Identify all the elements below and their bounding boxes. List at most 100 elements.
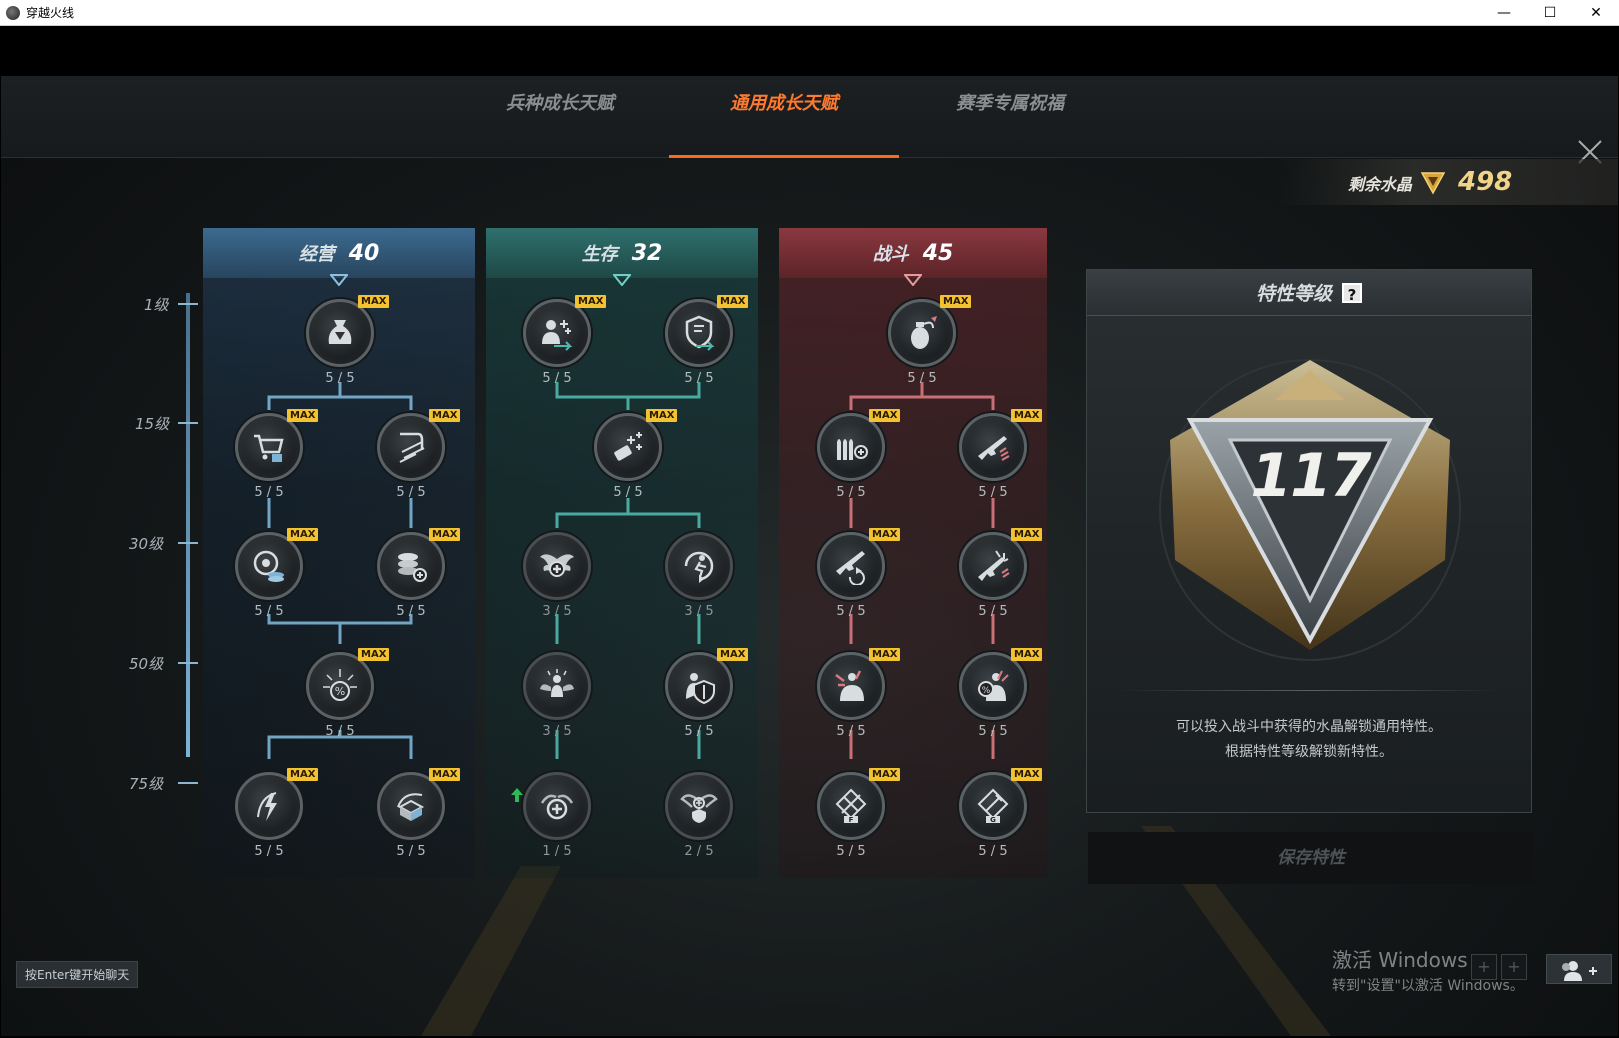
skill-ammo-plus[interactable]: MAX 5 / 5 [815, 409, 901, 503]
skill-orb [235, 772, 303, 840]
skill-coin-stack-plus[interactable]: MAX 5 / 5 [375, 528, 461, 622]
friends-button[interactable] [1546, 954, 1612, 984]
crate-icon [397, 793, 425, 821]
skill-heal-loop[interactable]: 1 / 5 [521, 772, 593, 862]
crystal-counter: 剩余水晶 498 [1278, 159, 1618, 205]
skill-orb [888, 299, 956, 367]
heal-loop-icon [540, 794, 574, 820]
max-badge: MAX [1011, 768, 1043, 781]
cart-icon [254, 434, 284, 462]
svg-text:F: F [849, 816, 854, 824]
skill-level: 3 / 5 [542, 604, 572, 619]
skill-level: 5 / 5 [836, 844, 866, 859]
skill-flashlight-plus[interactable]: MAX 5 / 5 [592, 409, 678, 503]
panel-title: 特性等级 [1255, 283, 1332, 305]
caret-down-icon [904, 274, 922, 286]
window-titlebar: 穿越火线 — ☐ ✕ [0, 0, 1619, 26]
column-name: 生存 [581, 244, 618, 265]
max-badge: MAX [429, 528, 461, 541]
skill-crit-percent[interactable]: % MAX 5 / 5 [957, 648, 1043, 742]
skill-rifle-reload[interactable]: MAX 5 / 5 [815, 528, 901, 622]
max-badge: MAX [717, 648, 749, 661]
skill-orb: F [817, 772, 885, 840]
skill-money-bag[interactable]: MAX 5 / 5 [304, 295, 390, 389]
skill-level: 5 / 5 [978, 844, 1008, 859]
skill-level: 5 / 5 [978, 724, 1008, 739]
quick-slots: + + [1471, 954, 1527, 980]
add-friend-icon [1562, 961, 1597, 981]
max-badge: MAX [358, 648, 390, 661]
tab-season-blessing[interactable]: 赛季专属祝福 [895, 76, 1125, 158]
skill-rifle-burst[interactable]: MAX 5 / 5 [957, 528, 1043, 622]
angel-figure-icon [540, 669, 574, 697]
skill-level: 5 / 5 [254, 844, 284, 859]
tab-general-talent[interactable]: 通用成长天赋 [669, 76, 899, 158]
skill-badge-f[interactable]: F MAX 5 / 5 [815, 768, 901, 862]
level-label: 50级 [129, 655, 164, 673]
panel-description-2: 根据特性等级解锁新特性。 [1225, 744, 1393, 760]
max-badge: MAX [287, 409, 319, 422]
column-points: 32 [631, 240, 663, 266]
percent-burst-icon: % [323, 669, 357, 701]
skill-shield-arrow[interactable]: MAX 5 / 5 [663, 295, 749, 389]
skill-orb [306, 299, 374, 367]
skill-shield-figure[interactable]: MAX 5 / 5 [663, 648, 749, 742]
skill-percent-burst[interactable]: % MAX 5 / 5 [304, 648, 390, 742]
minimize-button[interactable]: — [1481, 0, 1527, 26]
scroll-icon [399, 432, 425, 463]
skill-winged-medic[interactable]: 3 / 5 [521, 532, 593, 622]
empty-slot[interactable]: + [1471, 954, 1497, 980]
max-badge: MAX [869, 648, 901, 661]
app-icon [6, 5, 20, 20]
skill-orb [665, 772, 733, 840]
coin-refresh-icon [253, 550, 284, 582]
close-window-button[interactable]: ✕ [1573, 0, 1619, 26]
skill-level: 5 / 5 [684, 371, 714, 386]
skill-orb [665, 299, 733, 367]
max-badge: MAX [869, 768, 901, 781]
skill-wing-shield[interactable]: 2 / 5 [663, 772, 735, 862]
skill-runner-refresh[interactable]: 3 / 5 [663, 532, 735, 622]
skill-level: 5 / 5 [613, 485, 643, 500]
tab-class-talent[interactable]: 兵种成长天赋 [445, 76, 675, 158]
rifle-up-icon [978, 436, 1010, 461]
skill-orb [235, 532, 303, 600]
skill-level: 5 / 5 [542, 371, 572, 386]
level-label: 30级 [129, 535, 164, 553]
skill-orb [377, 413, 445, 481]
save-traits-button[interactable]: 保存特性 [1088, 832, 1534, 884]
skill-orb [377, 772, 445, 840]
badge-f-icon: F [835, 788, 867, 824]
column-name: 战斗 [872, 244, 909, 265]
skill-badge-g[interactable]: G MAX 5 / 5 [957, 768, 1043, 862]
rifle-reload-icon [836, 551, 865, 585]
skill-cart[interactable]: MAX 5 / 5 [233, 409, 319, 503]
maximize-button[interactable]: ☐ [1527, 0, 1573, 26]
skill-orb [523, 532, 591, 600]
max-badge: MAX [869, 528, 901, 541]
skill-scroll[interactable]: MAX 5 / 5 [375, 409, 461, 503]
skill-grenade[interactable]: MAX 5 / 5 [886, 295, 972, 389]
skill-level: 5 / 5 [254, 604, 284, 619]
column-points: 40 [348, 240, 380, 266]
skill-person-plus[interactable]: MAX 5 / 5 [521, 295, 607, 389]
skill-crate[interactable]: MAX 5 / 5 [375, 768, 461, 862]
caret-down-icon [330, 274, 348, 286]
skill-coin-refresh[interactable]: MAX 5 / 5 [233, 528, 319, 622]
skill-orb [959, 532, 1027, 600]
tab-bar: 兵种成长天赋 通用成长天赋 赛季专属祝福 [1, 76, 1618, 164]
skill-orb [959, 413, 1027, 481]
skill-target-shatter[interactable]: MAX 5 / 5 [815, 648, 901, 742]
skill-rifle-up[interactable]: MAX 5 / 5 [957, 409, 1043, 503]
skill-level: 3 / 5 [684, 604, 714, 619]
skill-orb [665, 532, 733, 600]
skill-orb [523, 772, 591, 840]
empty-slot[interactable]: + [1501, 954, 1527, 980]
help-button[interactable]: ? [1342, 282, 1362, 304]
target-shatter-icon [835, 670, 864, 701]
max-badge: MAX [429, 768, 461, 781]
skill-angel-figure[interactable]: 3 / 5 [521, 652, 593, 742]
skill-orb [377, 532, 445, 600]
svg-text:%: % [335, 685, 345, 698]
skill-lightning-star[interactable]: MAX 5 / 5 [233, 768, 319, 862]
